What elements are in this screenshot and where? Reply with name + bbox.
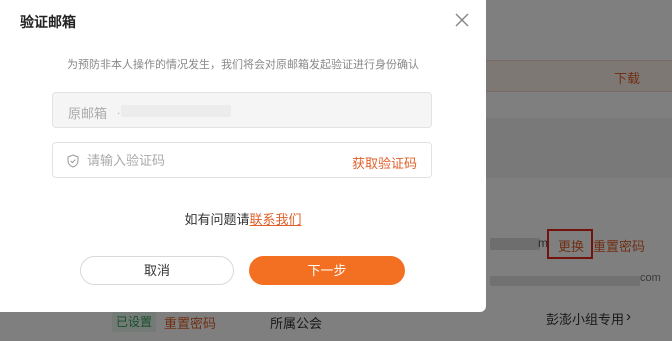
verification-code-input[interactable]	[87, 144, 337, 176]
original-email-label: 原邮箱	[68, 106, 108, 121]
contact-us-link[interactable]: 联系我们	[250, 212, 302, 227]
dialog-title: 验证邮箱	[20, 14, 76, 30]
original-email-value: .	[117, 103, 121, 117]
verification-code-field: 获取验证码	[52, 142, 432, 178]
close-icon[interactable]	[452, 10, 472, 30]
help-text: 如有问题请	[184, 212, 250, 227]
next-step-button[interactable]: 下一步	[249, 256, 405, 285]
verify-email-dialog: 验证邮箱 为预防非本人操作的情况发生，我们将会对原邮箱发起验证进行身份确认 原邮…	[0, 0, 486, 312]
get-code-button[interactable]: 获取验证码	[352, 153, 417, 172]
cancel-button[interactable]: 取消	[80, 256, 234, 285]
verification-tip: 为预防非本人操作的情况发生，我们将会对原邮箱发起验证进行身份确认	[67, 59, 419, 71]
original-email-field: 原邮箱 .	[52, 92, 432, 128]
shield-icon	[67, 154, 79, 168]
masked-email-value	[121, 105, 231, 117]
help-line: 如有问题请联系我们	[0, 209, 486, 228]
